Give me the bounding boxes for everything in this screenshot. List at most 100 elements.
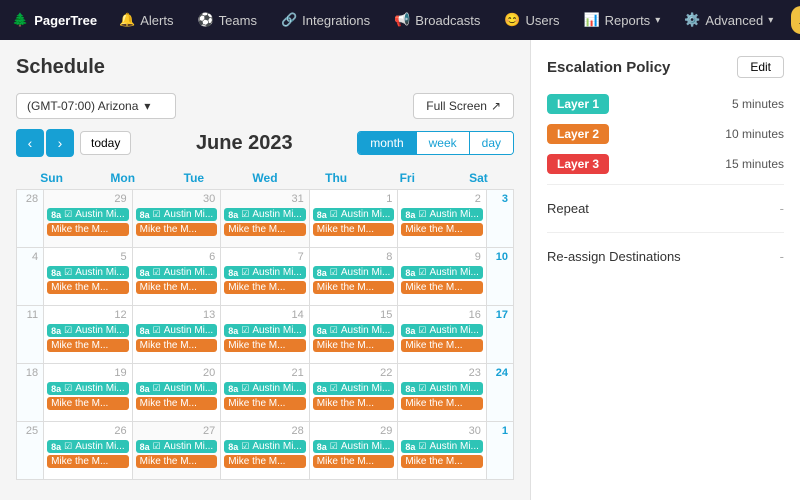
timezone-select[interactable]: (GMT-07:00) Arizona ▾ bbox=[16, 93, 176, 119]
event-bar[interactable]: 8a☑Austin Mi... bbox=[136, 440, 218, 453]
week-view-button[interactable]: week bbox=[417, 132, 470, 154]
event-bar[interactable]: Mike the M... bbox=[47, 339, 129, 352]
event-bar[interactable]: 8a☑Austin Mi... bbox=[47, 382, 129, 395]
cal-cell-22[interactable]: 198a☑Austin Mi...Mike the M... bbox=[44, 364, 133, 422]
event-bar[interactable]: Mike the M... bbox=[47, 455, 129, 468]
event-bar[interactable]: 8a☑Austin Mi... bbox=[313, 266, 395, 279]
event-bar[interactable]: 8a☑Austin Mi... bbox=[224, 266, 306, 279]
event-bar[interactable]: Mike the M... bbox=[136, 455, 218, 468]
event-bar[interactable]: Mike the M... bbox=[224, 339, 306, 352]
event-bar[interactable]: 8a☑Austin Mi... bbox=[224, 440, 306, 453]
event-bar[interactable]: 8a☑Austin Mi... bbox=[47, 324, 129, 337]
cal-cell-11[interactable]: 88a☑Austin Mi...Mike the M... bbox=[310, 248, 399, 306]
prev-button[interactable]: ‹ bbox=[16, 129, 44, 157]
event-bar[interactable]: 8a☑Austin Mi... bbox=[401, 440, 483, 453]
event-bar[interactable]: 8a☑Austin Mi... bbox=[401, 324, 483, 337]
app-logo[interactable]: 🌲 PagerTree bbox=[12, 12, 97, 28]
escalation-edit-button[interactable]: Edit bbox=[737, 56, 784, 78]
nav-advanced[interactable]: ⚙️ Advanced ▾ bbox=[674, 0, 783, 40]
event-bar[interactable]: 8a☑Austin Mi... bbox=[224, 208, 306, 221]
event-bar[interactable]: 8a☑Austin Mi... bbox=[47, 266, 129, 279]
cal-cell-12[interactable]: 98a☑Austin Mi...Mike the M... bbox=[398, 248, 487, 306]
event-bar[interactable]: 8a☑Austin Mi... bbox=[224, 382, 306, 395]
cal-cell-28[interactable]: 25 bbox=[17, 422, 44, 480]
cal-cell-7[interactable]: 4 bbox=[17, 248, 44, 306]
nav-reports[interactable]: 📊 Reports ▾ bbox=[573, 0, 670, 40]
event-bar[interactable]: Mike the M... bbox=[224, 223, 306, 236]
event-bar[interactable]: 8a☑Austin Mi... bbox=[401, 266, 483, 279]
cal-cell-18[interactable]: 158a☑Austin Mi...Mike the M... bbox=[310, 306, 399, 364]
cal-cell-16[interactable]: 138a☑Austin Mi...Mike the M... bbox=[133, 306, 222, 364]
nav-integrations[interactable]: 🔗 Integrations bbox=[271, 0, 380, 40]
cal-cell-27[interactable]: 24 bbox=[487, 364, 514, 422]
event-bar[interactable]: 8a☑Austin Mi... bbox=[224, 324, 306, 337]
event-bar[interactable]: Mike the M... bbox=[401, 455, 483, 468]
cal-cell-14[interactable]: 11 bbox=[17, 306, 44, 364]
cal-cell-33[interactable]: 308a☑Austin Mi...Mike the M... bbox=[398, 422, 487, 480]
cal-cell-0[interactable]: 28 bbox=[17, 190, 44, 248]
event-bar[interactable]: 8a☑Austin Mi... bbox=[313, 324, 395, 337]
today-button[interactable]: today bbox=[80, 131, 131, 155]
cal-cell-29[interactable]: 268a☑Austin Mi...Mike the M... bbox=[44, 422, 133, 480]
cal-cell-15[interactable]: 128a☑Austin Mi...Mike the M... bbox=[44, 306, 133, 364]
cal-cell-24[interactable]: 218a☑Austin Mi...Mike the M... bbox=[221, 364, 310, 422]
event-bar[interactable]: 8a☑Austin Mi... bbox=[136, 382, 218, 395]
cal-cell-9[interactable]: 68a☑Austin Mi...Mike the M... bbox=[133, 248, 222, 306]
cal-cell-26[interactable]: 238a☑Austin Mi...Mike the M... bbox=[398, 364, 487, 422]
nav-teams[interactable]: ⚽ Teams bbox=[187, 0, 266, 40]
cal-cell-21[interactable]: 18 bbox=[17, 364, 44, 422]
event-bar[interactable]: 8a☑Austin Mi... bbox=[47, 440, 129, 453]
event-bar[interactable]: Mike the M... bbox=[401, 339, 483, 352]
month-view-button[interactable]: month bbox=[358, 132, 416, 154]
event-bar[interactable]: 8a☑Austin Mi... bbox=[313, 208, 395, 221]
event-bar[interactable]: Mike the M... bbox=[313, 455, 395, 468]
cal-cell-10[interactable]: 78a☑Austin Mi...Mike the M... bbox=[221, 248, 310, 306]
cal-cell-20[interactable]: 17 bbox=[487, 306, 514, 364]
cal-cell-8[interactable]: 58a☑Austin Mi...Mike the M... bbox=[44, 248, 133, 306]
event-bar[interactable]: Mike the M... bbox=[401, 223, 483, 236]
cal-cell-31[interactable]: 288a☑Austin Mi...Mike the M... bbox=[221, 422, 310, 480]
cal-cell-2[interactable]: 308a☑Austin Mi...Mike the M... bbox=[133, 190, 222, 248]
cal-cell-4[interactable]: 18a☑Austin Mi...Mike the M... bbox=[310, 190, 399, 248]
event-bar[interactable]: 8a☑Austin Mi... bbox=[136, 324, 218, 337]
cal-cell-3[interactable]: 318a☑Austin Mi...Mike the M... bbox=[221, 190, 310, 248]
event-bar[interactable]: 8a☑Austin Mi... bbox=[47, 208, 129, 221]
cal-cell-19[interactable]: 168a☑Austin Mi...Mike the M... bbox=[398, 306, 487, 364]
event-bar[interactable]: Mike the M... bbox=[47, 397, 129, 410]
nav-users[interactable]: 😊 Users bbox=[494, 0, 569, 40]
cal-cell-30[interactable]: 278a☑Austin Mi...Mike the M... bbox=[133, 422, 222, 480]
cal-cell-34[interactable]: 1 bbox=[487, 422, 514, 480]
cal-cell-13[interactable]: 10 bbox=[487, 248, 514, 306]
cal-cell-1[interactable]: 298a☑Austin Mi...Mike the M... bbox=[44, 190, 133, 248]
cal-cell-23[interactable]: 208a☑Austin Mi...Mike the M... bbox=[133, 364, 222, 422]
cal-cell-17[interactable]: 148a☑Austin Mi...Mike the M... bbox=[221, 306, 310, 364]
event-bar[interactable]: Mike the M... bbox=[313, 223, 395, 236]
event-bar[interactable]: Mike the M... bbox=[136, 397, 218, 410]
event-bar[interactable]: Mike the M... bbox=[224, 281, 306, 294]
event-bar[interactable]: Mike the M... bbox=[136, 339, 218, 352]
event-bar[interactable]: Mike the M... bbox=[47, 281, 129, 294]
event-bar[interactable]: 8a☑Austin Mi... bbox=[136, 266, 218, 279]
event-bar[interactable]: 8a☑Austin Mi... bbox=[136, 208, 218, 221]
event-bar[interactable]: 8a☑Austin Mi... bbox=[401, 208, 483, 221]
event-bar[interactable]: 8a☑Austin Mi... bbox=[313, 440, 395, 453]
cal-cell-5[interactable]: 28a☑Austin Mi...Mike the M... bbox=[398, 190, 487, 248]
fullscreen-button[interactable]: Full Screen ↗ bbox=[413, 93, 514, 119]
event-bar[interactable]: Mike the M... bbox=[401, 281, 483, 294]
event-bar[interactable]: Mike the M... bbox=[224, 455, 306, 468]
event-bar[interactable]: Mike the M... bbox=[224, 397, 306, 410]
event-bar[interactable]: Mike the M... bbox=[47, 223, 129, 236]
event-bar[interactable]: 8a☑Austin Mi... bbox=[313, 382, 395, 395]
event-bar[interactable]: Mike the M... bbox=[401, 397, 483, 410]
event-bar[interactable]: Mike the M... bbox=[136, 223, 218, 236]
event-bar[interactable]: 8a☑Austin Mi... bbox=[401, 382, 483, 395]
event-bar[interactable]: Mike the M... bbox=[313, 339, 395, 352]
event-bar[interactable]: Mike the M... bbox=[136, 281, 218, 294]
next-button[interactable]: › bbox=[46, 129, 74, 157]
nav-broadcasts[interactable]: 📢 Broadcasts bbox=[384, 0, 490, 40]
nav-alerts[interactable]: 🔔 Alerts bbox=[109, 0, 183, 40]
event-bar[interactable]: Mike the M... bbox=[313, 397, 395, 410]
event-bar[interactable]: Mike the M... bbox=[313, 281, 395, 294]
cal-cell-25[interactable]: 228a☑Austin Mi...Mike the M... bbox=[310, 364, 399, 422]
cal-cell-32[interactable]: 298a☑Austin Mi...Mike the M... bbox=[310, 422, 399, 480]
